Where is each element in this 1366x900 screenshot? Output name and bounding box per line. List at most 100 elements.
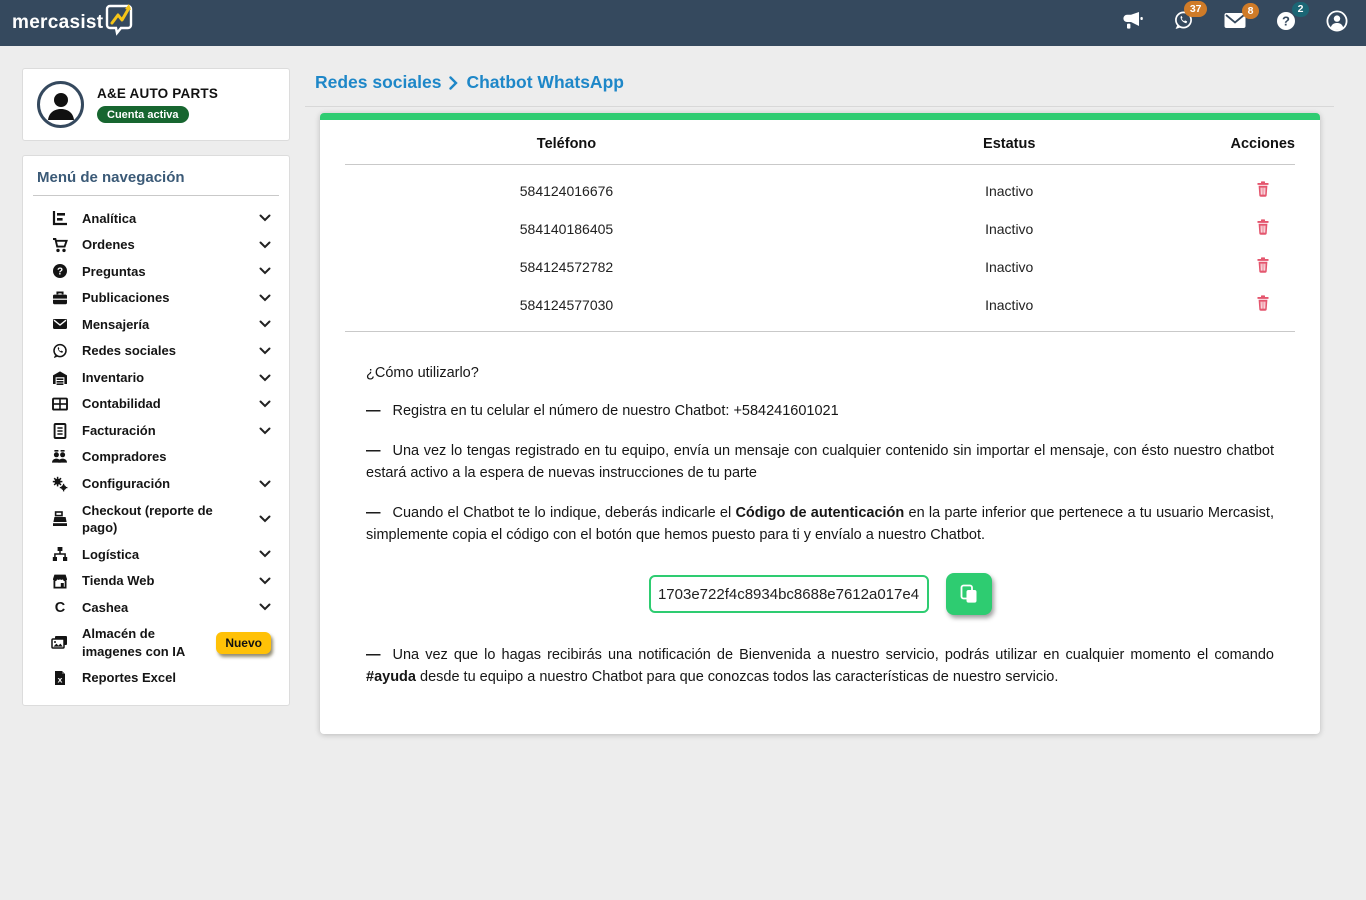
chevron-down-icon (259, 400, 271, 408)
sidebar-item-facturacion[interactable]: Facturación (33, 417, 279, 444)
sidebar-item-label: Facturación (82, 422, 156, 440)
column-header-estatus: Estatus (788, 120, 1231, 165)
navigation-menu: Menú de navegación Analítica Ordenes ? (22, 155, 290, 706)
phone-cell: 584124016676 (345, 165, 788, 210)
whatsapp-badge: 37 (1184, 1, 1207, 17)
sidebar-item-logistica[interactable]: Logística (33, 541, 279, 568)
account-status-badge: Cuenta activa (97, 106, 189, 123)
sidebar-item-label: Almacén de imagenes con IA (82, 625, 202, 660)
account-card: A&E AUTO PARTS Cuenta activa (22, 68, 290, 141)
svg-text:x: x (57, 675, 62, 685)
sidebar-item-label: Checkout (reporte de pago) (82, 502, 245, 537)
bar-chart-icon (51, 210, 68, 226)
breadcrumb-current: Chatbot WhatsApp (466, 72, 623, 93)
sidebar-item-reportes-excel[interactable]: x Reportes Excel (33, 665, 279, 692)
cashea-icon: C (51, 599, 68, 615)
step-text-bold: Código de autenticación (735, 505, 904, 521)
sidebar-item-analitica[interactable]: Analítica (33, 205, 279, 232)
svg-text:?: ? (56, 267, 62, 278)
sidebar-item-tienda-web[interactable]: Tienda Web (33, 568, 279, 595)
sidebar-item-redes-sociales[interactable]: Redes sociales (33, 338, 279, 365)
delete-phone-button[interactable] (1254, 293, 1272, 316)
sidebar-item-publicaciones[interactable]: Publicaciones (33, 285, 279, 312)
auth-code-input[interactable] (649, 575, 929, 613)
trash-icon (1256, 219, 1270, 235)
trash-icon (1256, 295, 1270, 311)
announcements-button[interactable] (1122, 11, 1143, 35)
messages-badge: 8 (1242, 3, 1259, 19)
images-icon (51, 635, 68, 651)
account-info: A&E AUTO PARTS Cuenta activa (97, 86, 218, 123)
status-badge: Inactivo (788, 165, 1231, 210)
delete-phone-button[interactable] (1254, 255, 1272, 278)
copy-code-button[interactable] (946, 573, 992, 615)
whatsapp-icon (51, 343, 68, 359)
howto-title: ¿Cómo utilizarlo? (366, 365, 1274, 381)
step-text: Registra en tu celular el número de nues… (393, 403, 839, 419)
sidebar-item-contabilidad[interactable]: Contabilidad (33, 391, 279, 418)
table-row: 584124577030 Inactivo (345, 286, 1295, 332)
howto-step-4: — Una vez que lo hagas recibirás una noti… (366, 645, 1274, 688)
sidebar-item-label: Logística (82, 546, 139, 564)
help-button[interactable]: ? 2 (1276, 11, 1296, 36)
sidebar-item-configuracion[interactable]: Configuración (33, 470, 279, 497)
sidebar-item-checkout[interactable]: Checkout (reporte de pago) (33, 497, 279, 541)
excel-icon: x (51, 670, 68, 686)
cart-icon (51, 237, 68, 253)
step-text: Una vez que lo hagas recibirás una notif… (393, 647, 1275, 663)
table-icon (51, 396, 68, 412)
dash-bullet: — (366, 403, 381, 419)
messages-button[interactable]: 8 (1224, 12, 1246, 34)
phone-cell: 584124572782 (345, 248, 788, 286)
status-badge: Inactivo (788, 248, 1231, 286)
chevron-down-icon (259, 214, 271, 222)
sidebar-item-mensajeria[interactable]: Mensajería (33, 311, 279, 338)
top-navigation-bar: mercasist (0, 0, 1366, 46)
step-text: desde tu equipo a nuestro Chatbot para q… (416, 669, 1058, 685)
sidebar-item-cashea[interactable]: C Cashea (33, 594, 279, 621)
dash-bullet: — (366, 505, 381, 521)
sidebar-item-label: Publicaciones (82, 289, 169, 307)
menu-title: Menú de navegación (33, 169, 279, 196)
chevron-down-icon (259, 550, 271, 558)
table-row: 584124572782 Inactivo (345, 248, 1295, 286)
breadcrumb: Redes sociales Chatbot WhatsApp (305, 66, 1334, 107)
svg-text:C: C (54, 600, 65, 615)
sidebar-item-almacen-imagenes-ia[interactable]: Almacén de imagenes con IA Nuevo (33, 621, 279, 665)
svg-text:?: ? (1282, 13, 1290, 28)
menu-list: Analítica Ordenes ? Preguntas (33, 205, 279, 691)
table-row: 584140186405 Inactivo (345, 210, 1295, 248)
person-icon (44, 88, 78, 122)
chevron-right-icon (449, 76, 458, 90)
sidebar-item-compradores[interactable]: Compradores (33, 444, 279, 471)
phone-cell: 584140186405 (345, 210, 788, 248)
column-header-acciones: Acciones (1231, 120, 1296, 165)
breadcrumb-parent[interactable]: Redes sociales (315, 72, 441, 93)
dash-bullet: — (366, 647, 381, 663)
account-avatar (37, 81, 84, 128)
howto-step-1: — Registra en tu celular el número de nue… (366, 401, 1274, 422)
delete-phone-button[interactable] (1254, 179, 1272, 202)
brand-logo[interactable]: mercasist (12, 6, 136, 41)
delete-phone-button[interactable] (1254, 217, 1272, 240)
whatsapp-notifications-button[interactable]: 37 (1173, 10, 1194, 36)
users-icon (51, 449, 68, 465)
sidebar-item-label: Mensajería (82, 316, 149, 334)
table-row: 584124016676 Inactivo (345, 165, 1295, 210)
copy-icon (960, 584, 978, 604)
gears-icon (51, 476, 68, 492)
chevron-down-icon (259, 294, 271, 302)
sidebar-item-label: Cashea (82, 599, 128, 617)
sidebar-item-preguntas[interactable]: ? Preguntas (33, 258, 279, 285)
step-text: Una vez lo tengas registrado en tu equip… (366, 443, 1274, 480)
table-header-row: Teléfono Estatus Acciones (345, 120, 1295, 165)
phone-cell: 584124577030 (345, 286, 788, 332)
sidebar-item-inventario[interactable]: Inventario (33, 364, 279, 391)
profile-button[interactable] (1326, 10, 1348, 37)
chevron-down-icon (259, 427, 271, 435)
sidebar: A&E AUTO PARTS Cuenta activa Menú de nav… (22, 68, 290, 706)
sidebar-item-label: Contabilidad (82, 395, 161, 413)
chevron-down-icon (259, 267, 271, 275)
question-circle-icon: ? (51, 263, 68, 279)
sidebar-item-ordenes[interactable]: Ordenes (33, 232, 279, 259)
